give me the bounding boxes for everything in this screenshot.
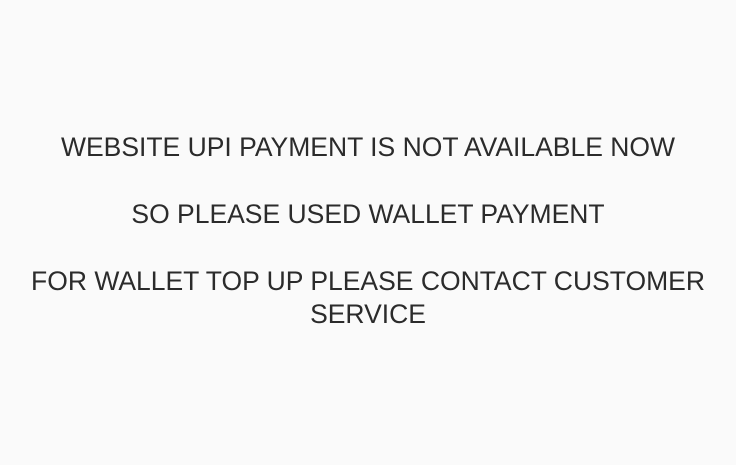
payment-notice-screen: WEBSITE UPI PAYMENT IS NOT AVAILABLE NOW… [0,0,736,465]
upi-unavailable-message: WEBSITE UPI PAYMENT IS NOT AVAILABLE NOW [60,132,676,162]
wallet-topup-message-line-2: SERVICE [310,299,426,329]
use-wallet-message: SO PLEASE USED WALLET PAYMENT [131,199,605,229]
wallet-topup-message: FOR WALLET TOP UP PLEASE CONTACT CUSTOME… [0,265,736,331]
wallet-topup-message-line-1: FOR WALLET TOP UP PLEASE CONTACT CUSTOME… [31,266,705,296]
